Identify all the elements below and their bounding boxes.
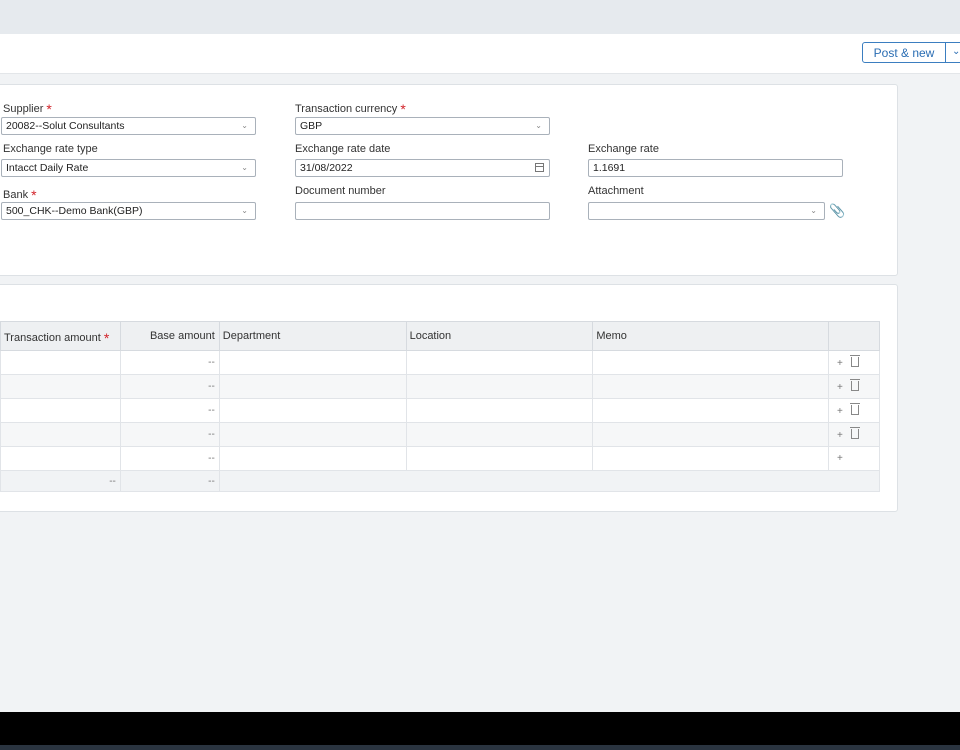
transaction-currency-label: Transaction currency *	[295, 101, 406, 117]
required-marker: *	[31, 187, 37, 203]
base-amount-cell: --	[119, 398, 220, 423]
row-actions: +	[827, 422, 881, 447]
exchange-rate-date-field[interactable]: 31/08/2022	[295, 159, 550, 177]
base-amount-cell: --	[119, 350, 220, 375]
transaction-amount-cell[interactable]	[0, 446, 121, 471]
memo-cell[interactable]	[592, 446, 829, 471]
required-marker: *	[400, 101, 406, 117]
row-actions: +	[827, 374, 881, 399]
post-and-new-button[interactable]: Post & new	[862, 42, 946, 63]
transaction-amount-cell[interactable]	[0, 350, 121, 375]
table-row: -- +	[0, 350, 881, 375]
department-cell[interactable]	[218, 350, 407, 375]
add-row-icon[interactable]: +	[837, 453, 843, 464]
location-cell[interactable]	[405, 446, 594, 471]
post-options-dropdown-button[interactable]: ⌄	[945, 42, 960, 63]
table-header-row: Transaction amount * Base amount Departm…	[0, 321, 881, 351]
department-cell[interactable]	[218, 374, 407, 399]
department-cell[interactable]	[218, 398, 407, 423]
paperclip-icon[interactable]: 📎	[829, 203, 845, 219]
location-cell[interactable]	[405, 350, 594, 375]
base-amount-cell: --	[119, 446, 220, 471]
location-cell[interactable]	[405, 422, 594, 447]
chevron-down-icon: ⌄	[241, 206, 248, 215]
memo-cell[interactable]	[592, 374, 829, 399]
chevron-down-icon: ⌄	[810, 206, 817, 215]
memo-cell[interactable]	[592, 398, 829, 423]
supplier-label: Supplier *	[3, 101, 52, 117]
exchange-rate-date-value: 31/08/2022	[300, 162, 353, 174]
exchange-rate-type-select[interactable]: Intacct Daily Rate ⌄	[1, 159, 256, 177]
transaction-currency-value: GBP	[300, 120, 323, 132]
base-amount-cell: --	[119, 374, 220, 399]
document-number-label: Document number	[295, 185, 386, 197]
memo-header: Memo	[592, 321, 829, 351]
add-row-icon[interactable]: +	[837, 358, 843, 369]
totals-spacer	[218, 470, 881, 492]
transaction-currency-select[interactable]: GBP ⌄	[295, 117, 550, 135]
memo-cell[interactable]	[592, 350, 829, 375]
department-cell[interactable]	[218, 422, 407, 447]
chevron-down-icon: ⌄	[241, 121, 248, 130]
bottom-black-bar	[0, 712, 960, 745]
base-amount-total: --	[119, 470, 220, 492]
add-row-icon[interactable]: +	[837, 382, 843, 393]
row-actions: +	[827, 398, 881, 423]
bottom-dark-strip	[0, 745, 960, 750]
table-row: -- +	[0, 422, 881, 447]
attachment-select[interactable]: ⌄	[588, 202, 825, 220]
transaction-amount-cell[interactable]	[0, 422, 121, 447]
trash-icon[interactable]	[849, 379, 860, 391]
required-marker: *	[46, 101, 52, 117]
supplier-select[interactable]: 20082--Solut Consultants ⌄	[1, 117, 256, 135]
exchange-rate-input[interactable]: 1.1691	[588, 159, 843, 177]
header-panel	[0, 84, 898, 276]
actions-header	[827, 321, 881, 351]
trash-icon[interactable]	[849, 355, 860, 367]
chevron-down-icon: ⌄	[535, 121, 542, 130]
row-actions: +	[827, 350, 881, 375]
document-number-input[interactable]	[295, 202, 550, 220]
transaction-amount-total: --	[0, 470, 121, 492]
department-cell[interactable]	[218, 446, 407, 471]
attachment-label: Attachment	[588, 185, 644, 197]
table-row: -- +	[0, 398, 881, 423]
exchange-rate-type-label: Exchange rate type	[3, 143, 98, 155]
transaction-amount-cell[interactable]	[0, 374, 121, 399]
location-header: Location	[405, 321, 594, 351]
totals-row: -- --	[0, 470, 881, 492]
location-cell[interactable]	[405, 374, 594, 399]
calendar-icon[interactable]	[535, 163, 544, 172]
required-marker: *	[103, 330, 110, 346]
table-row: -- +	[0, 374, 881, 399]
chevron-down-icon: ⌄	[241, 163, 248, 172]
location-cell[interactable]	[405, 398, 594, 423]
row-actions: +	[827, 446, 881, 471]
table-row: -- +	[0, 446, 881, 471]
line-items-table: Transaction amount * Base amount Departm…	[0, 321, 881, 492]
trash-icon[interactable]	[849, 403, 860, 415]
base-amount-cell: --	[119, 422, 220, 447]
supplier-value: 20082--Solut Consultants	[6, 120, 125, 132]
bank-value: 500_CHK--Demo Bank(GBP)	[6, 205, 143, 217]
add-row-icon[interactable]: +	[837, 430, 843, 441]
department-header: Department	[218, 321, 407, 351]
base-amount-header: Base amount	[119, 321, 220, 351]
memo-cell[interactable]	[592, 422, 829, 447]
transaction-amount-cell[interactable]	[0, 398, 121, 423]
action-toolbar	[0, 34, 960, 74]
exchange-rate-label: Exchange rate	[588, 143, 659, 155]
chevron-down-icon: ⌄	[952, 46, 960, 57]
trash-icon[interactable]	[849, 427, 860, 439]
bank-label: Bank *	[3, 187, 37, 203]
exchange-rate-type-value: Intacct Daily Rate	[6, 162, 89, 174]
transaction-amount-header: Transaction amount *	[0, 321, 121, 351]
add-row-icon[interactable]: +	[837, 406, 843, 417]
exchange-rate-date-label: Exchange rate date	[295, 143, 391, 155]
app-top-band	[0, 0, 960, 34]
bank-select[interactable]: 500_CHK--Demo Bank(GBP) ⌄	[1, 202, 256, 220]
